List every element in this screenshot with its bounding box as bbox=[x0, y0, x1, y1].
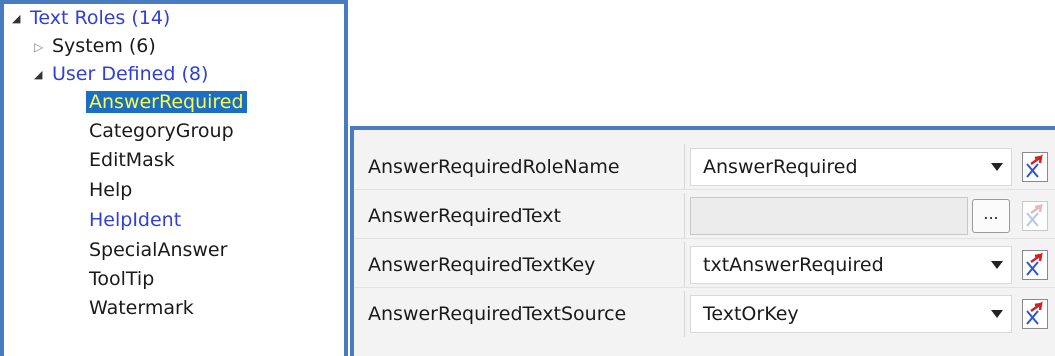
property-name: AnswerRequiredTextSource bbox=[368, 303, 627, 325]
dropdown-arrow-icon[interactable] bbox=[991, 163, 1003, 171]
reset-icon bbox=[1026, 301, 1043, 325]
expanded-triangle-icon[interactable]: ◢ bbox=[12, 5, 30, 33]
role-name-dropdown[interactable]: AnswerRequired bbox=[690, 148, 1012, 186]
tree-item-help[interactable]: Help bbox=[89, 176, 132, 204]
column-divider bbox=[684, 291, 685, 337]
reset-value-button[interactable] bbox=[1022, 152, 1048, 182]
answer-required-text-field[interactable] bbox=[690, 197, 968, 235]
reset-value-button[interactable] bbox=[1022, 201, 1048, 231]
text-source-dropdown[interactable]: TextOrKey bbox=[690, 295, 1012, 333]
property-row: AnswerRequiredTextSource TextOrKey bbox=[354, 291, 1055, 337]
property-name: AnswerRequiredTextKey bbox=[368, 254, 596, 276]
property-name: AnswerRequiredRoleName bbox=[368, 156, 620, 178]
expanded-triangle-icon[interactable]: ◢ bbox=[34, 61, 52, 89]
tree-item-label: AnswerRequired bbox=[86, 91, 247, 113]
column-divider bbox=[684, 242, 685, 288]
dropdown-arrow-icon[interactable] bbox=[991, 261, 1003, 269]
tree-node-user-defined[interactable]: ◢ User Defined (8) bbox=[34, 60, 208, 89]
tree-item-special-answer[interactable]: SpecialAnswer bbox=[89, 236, 227, 264]
reset-icon bbox=[1026, 252, 1043, 276]
row-divider bbox=[354, 287, 1055, 288]
tree-item-answer-required[interactable]: AnswerRequired bbox=[86, 88, 247, 116]
column-divider bbox=[684, 193, 685, 239]
property-row: AnswerRequiredRoleName AnswerRequired bbox=[354, 144, 1055, 190]
property-grid: AnswerRequiredRoleName AnswerRequired An… bbox=[350, 126, 1055, 356]
text-roles-tree: ◢ Text Roles (14) ▷ System (6) ◢ User Defin… bbox=[0, 0, 348, 356]
tree-node-label: Text Roles (14) bbox=[30, 7, 171, 29]
tree-item-watermark[interactable]: Watermark bbox=[89, 294, 194, 322]
reset-icon bbox=[1026, 154, 1043, 178]
dropdown-arrow-icon[interactable] bbox=[991, 310, 1003, 318]
row-divider bbox=[354, 238, 1055, 239]
tree-item-label: HelpIdent bbox=[89, 209, 182, 231]
property-row: AnswerRequiredText ... bbox=[354, 193, 1055, 239]
row-divider bbox=[354, 189, 1055, 190]
tree-item-label: CategoryGroup bbox=[89, 120, 234, 142]
dropdown-value: TextOrKey bbox=[703, 303, 799, 325]
tree-item-label: SpecialAnswer bbox=[89, 239, 228, 261]
reset-value-button[interactable] bbox=[1022, 299, 1048, 329]
tree-node-label: System (6) bbox=[52, 35, 156, 57]
reset-icon bbox=[1026, 203, 1043, 227]
tree-item-label: Watermark bbox=[89, 297, 194, 319]
column-divider bbox=[684, 144, 685, 190]
tree-item-edit-mask[interactable]: EditMask bbox=[89, 146, 175, 174]
dropdown-value: AnswerRequired bbox=[703, 156, 858, 178]
dropdown-value: txtAnswerRequired bbox=[703, 254, 884, 276]
tree-item-help-ident[interactable]: HelpIdent bbox=[89, 206, 181, 234]
text-key-dropdown[interactable]: txtAnswerRequired bbox=[690, 246, 1012, 284]
ellipsis-button[interactable]: ... bbox=[972, 199, 1010, 233]
property-name: AnswerRequiredText bbox=[368, 205, 561, 227]
tree-item-label: ToolTip bbox=[89, 268, 155, 290]
collapsed-triangle-icon[interactable]: ▷ bbox=[34, 33, 52, 61]
reset-value-button[interactable] bbox=[1022, 250, 1048, 280]
tree-item-label: EditMask bbox=[89, 149, 175, 171]
property-row: AnswerRequiredTextKey txtAnswerRequired bbox=[354, 242, 1055, 288]
tree-node-text-roles[interactable]: ◢ Text Roles (14) bbox=[12, 4, 170, 33]
tree-node-label: User Defined (8) bbox=[52, 63, 209, 85]
tree-item-tooltip[interactable]: ToolTip bbox=[89, 265, 154, 293]
tree-item-label: Help bbox=[89, 179, 133, 201]
tree-node-system[interactable]: ▷ System (6) bbox=[34, 32, 156, 61]
tree-item-category-group[interactable]: CategoryGroup bbox=[89, 117, 234, 145]
